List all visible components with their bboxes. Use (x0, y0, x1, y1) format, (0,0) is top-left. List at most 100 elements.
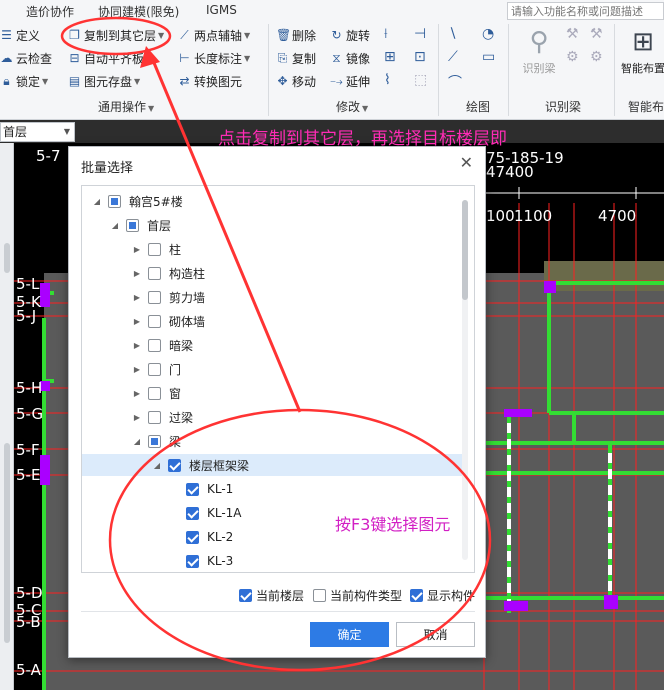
trim-icon[interactable]: ⟊ (384, 26, 388, 42)
menu-tab-igms[interactable]: IGMS (206, 3, 237, 17)
cloud-check-button[interactable]: ☁ 云检查 (0, 48, 53, 68)
arc-icon[interactable]: ⌒ (448, 72, 462, 92)
merge-icon[interactable]: ⊡ (414, 49, 426, 65)
checkbox[interactable] (148, 386, 161, 400)
checkbox[interactable] (148, 434, 161, 448)
current-type-option[interactable]: 当前构件类型 (313, 587, 402, 604)
expand-arrow-icon[interactable]: ▶ (132, 293, 142, 302)
search-input[interactable] (507, 2, 664, 20)
checkbox[interactable] (108, 194, 121, 208)
checkbox[interactable] (148, 362, 161, 376)
identify-beam-group-label: 识别梁 (545, 100, 582, 114)
expand-arrow-icon[interactable]: ▶ (132, 269, 142, 278)
menu-tab-collab-modeling[interactable]: 协同建模(限免) (98, 3, 179, 20)
checkbox[interactable] (148, 266, 161, 280)
checkbox[interactable] (148, 242, 161, 256)
collapse-arrow-icon[interactable]: ◢ (92, 197, 102, 206)
checkbox[interactable] (186, 482, 199, 496)
expand-arrow-icon[interactable]: ▶ (132, 365, 142, 374)
tree-node-masonry-wall[interactable]: ▶ 砌体墙 (82, 310, 205, 332)
tree-node-kl3[interactable]: KL-3 (82, 550, 233, 572)
expand-arrow-icon[interactable]: ▶ (132, 317, 142, 326)
break-icon[interactable]: ⌇ (384, 72, 391, 88)
rectangle-icon[interactable]: ▭ (482, 49, 495, 65)
point-draw-icon[interactable]: ◔ (482, 26, 494, 42)
beam-span-icon[interactable]: ⚒ (590, 26, 603, 42)
chevron-down-icon: ▼ (362, 104, 369, 113)
polyline-icon[interactable]: ⟋ (448, 49, 458, 65)
tree-node-shear-wall[interactable]: ▶ 剪力墙 (82, 286, 205, 308)
convert-element-button[interactable]: ⇄ 转换图元 (178, 71, 242, 91)
offset-icon[interactable]: ⊣ (414, 26, 426, 42)
checkbox[interactable] (186, 506, 199, 520)
scrollbar-thumb[interactable] (4, 443, 10, 643)
rotate-button[interactable]: ↻ 旋转 (330, 25, 370, 45)
lock-button[interactable]: 🔒︎ 锁定 ▼ (0, 71, 48, 91)
scrollbar-thumb[interactable] (4, 243, 10, 273)
tree-node-structural-column[interactable]: ▶ 构造柱 (82, 262, 205, 284)
beam-edit-icon[interactable]: ⚙ (590, 49, 603, 65)
collapse-arrow-icon[interactable]: ◢ (132, 437, 142, 446)
general-group-label[interactable]: 通用操作 ▼ (98, 98, 154, 115)
expand-arrow-icon[interactable]: ▶ (132, 245, 142, 254)
smart-layout-button[interactable]: ⊞ 智能布置 (618, 24, 664, 80)
save-element-button[interactable]: ▤ 图元存盘 ▼ (68, 71, 140, 91)
copy-to-other-layer-button[interactable]: ❐ 复制到其它层 ▼ (68, 25, 164, 45)
ok-button[interactable]: 确定 (310, 622, 389, 647)
mirror-button[interactable]: ⧖ 镜像 (330, 48, 370, 68)
identify-beam-button[interactable]: ⚲ 识别梁 (514, 24, 564, 80)
scrollbar-thumb[interactable] (462, 200, 468, 300)
move-button[interactable]: ✥ 移动 (276, 71, 316, 91)
expand-arrow-icon[interactable]: ▶ (132, 389, 142, 398)
checkbox[interactable] (148, 290, 161, 304)
tree-node-kl2[interactable]: KL-2 (82, 526, 233, 548)
tree-node-kl1[interactable]: KL-1 (82, 478, 233, 500)
beam-check-icon[interactable]: ⚙ (566, 49, 579, 65)
checkbox[interactable] (239, 589, 252, 602)
define-button[interactable]: ☰ 定义 (0, 25, 40, 45)
tree-node-column[interactable]: ▶ 柱 (82, 238, 181, 260)
line-draw-icon[interactable]: ∖ (448, 26, 457, 42)
column (504, 409, 532, 417)
beam-tool-icon[interactable]: ⚒ (566, 26, 579, 42)
layer-dropdown[interactable]: 首层 ▼ (0, 122, 75, 142)
checkbox[interactable] (313, 589, 326, 602)
tree-node-floor-frame-beam[interactable]: ◢ 楼层框架梁 (82, 454, 462, 476)
save-icon: ▤ (68, 74, 81, 88)
cancel-button[interactable]: 取消 (396, 622, 475, 647)
tree-node-beam[interactable]: ◢ 梁 (82, 430, 181, 452)
stretch-icon[interactable]: ⬚ (414, 72, 427, 88)
length-dimension-button[interactable]: ⊢ 长度标注 ▼ (178, 48, 250, 68)
modify-group-label[interactable]: 修改 ▼ (336, 98, 368, 115)
checkbox[interactable] (186, 530, 199, 544)
checkbox[interactable] (126, 218, 139, 232)
menu-tab-cost-collab[interactable]: 造价协作 (26, 3, 74, 20)
checkbox[interactable] (168, 458, 181, 472)
collapse-arrow-icon[interactable]: ◢ (110, 221, 120, 230)
tree-node-building[interactable]: ◢ 翰宫5#楼 (82, 190, 183, 212)
chevron-down-icon: ▼ (134, 76, 141, 86)
close-icon[interactable]: ✕ (460, 153, 473, 172)
checkbox[interactable] (148, 338, 161, 352)
current-floor-option[interactable]: 当前楼层 (239, 587, 304, 604)
checkbox[interactable] (186, 554, 199, 568)
auto-align-slab-button[interactable]: ⊟ 自动平齐板 ▼ (68, 48, 152, 68)
tree-node-kl1a[interactable]: KL-1A (82, 502, 242, 524)
tree-node-floor[interactable]: ◢ 首层 (82, 214, 171, 236)
extend-button[interactable]: ⤍ 延伸 (330, 71, 370, 91)
checkbox[interactable] (148, 410, 161, 424)
checkbox[interactable] (148, 314, 161, 328)
copy-button[interactable]: ⎘ 复制 (276, 48, 316, 68)
tree-node-lintel[interactable]: ▶ 过梁 (82, 406, 193, 428)
expand-arrow-icon[interactable]: ▶ (132, 341, 142, 350)
tree-node-window[interactable]: ▶ 窗 (82, 382, 181, 404)
collapse-arrow-icon[interactable]: ◢ (152, 461, 162, 470)
tree-node-door[interactable]: ▶ 门 (82, 358, 181, 380)
tree-node-hidden-beam[interactable]: ▶ 暗梁 (82, 334, 193, 356)
delete-button[interactable]: 🗑︎ 删除 (276, 25, 316, 45)
align-tool-icon[interactable]: ⊞ (384, 49, 396, 65)
show-components-option[interactable]: 显示构件 (410, 587, 475, 604)
expand-arrow-icon[interactable]: ▶ (132, 413, 142, 422)
two-point-axis-button[interactable]: ⟋ 两点辅轴 ▼ (178, 25, 250, 45)
checkbox[interactable] (410, 589, 423, 602)
